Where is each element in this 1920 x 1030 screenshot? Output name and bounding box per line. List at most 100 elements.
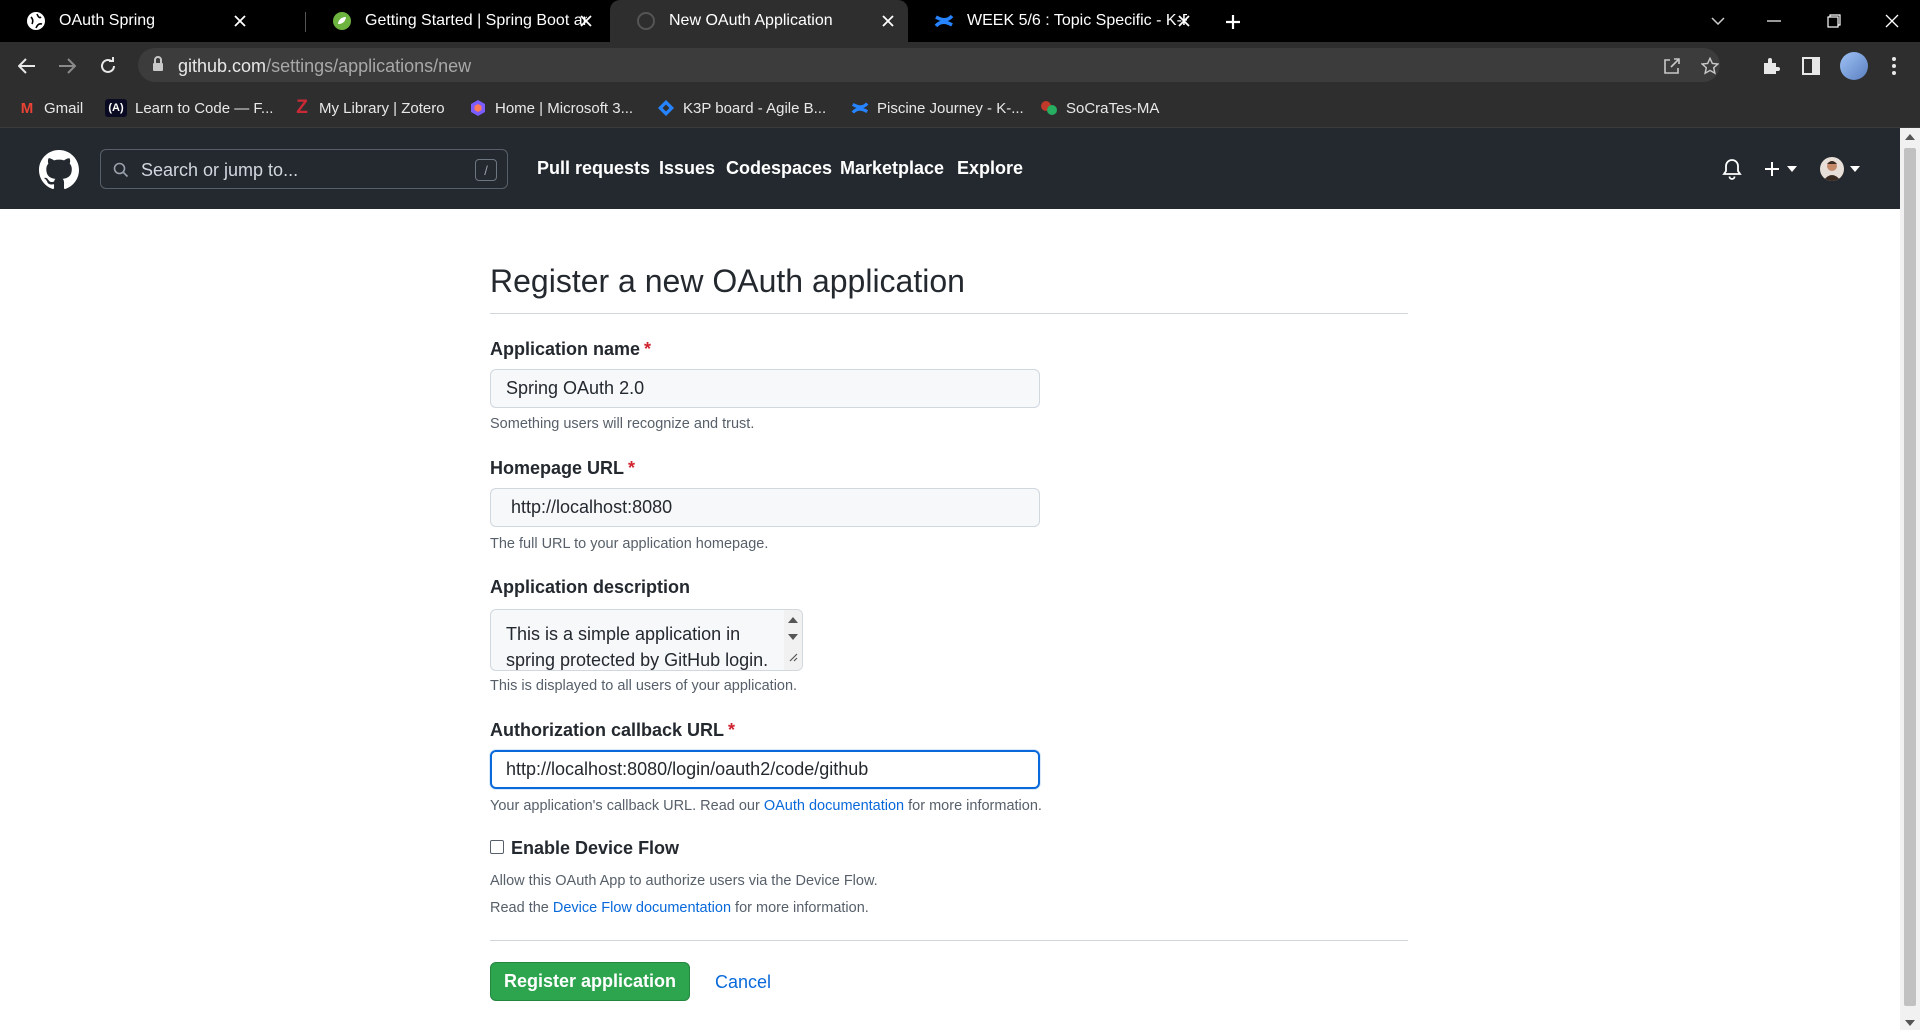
scroll-down-icon[interactable] [788,634,798,640]
close-icon[interactable] [1174,11,1194,31]
arrow-left-icon [18,58,35,74]
restore-icon [1827,14,1841,28]
divider [490,940,1408,941]
confluence-icon [851,99,869,117]
create-new-dropdown[interactable] [1763,155,1797,183]
browser-profile-avatar[interactable] [1840,52,1868,80]
scroll-down-icon[interactable] [1905,1020,1915,1026]
nav-pull-requests[interactable]: Pull requests [537,158,650,179]
plus-icon [1765,162,1779,176]
callback-url-input[interactable] [490,750,1040,789]
avatar [1820,157,1844,181]
kebab-menu-icon[interactable] [1880,52,1908,80]
notifications-button[interactable] [1722,155,1742,183]
page-title: Register a new OAuth application [490,263,965,299]
note-text: Read the [490,900,553,916]
browser-tab-week-topic[interactable]: WEEK 5/6 : Topic Specific - K-Pisc [908,0,1204,42]
microsoft365-icon [469,99,487,117]
bookmark-socrates[interactable]: SoCraTes-MA [1040,97,1159,119]
nav-codespaces[interactable]: Codespaces [726,158,832,179]
search-icon [113,162,129,183]
bookmark-freecodecamp[interactable]: (A) Learn to Code — F... [105,97,273,119]
page-scrollbar[interactable] [1900,128,1920,1030]
bookmark-label: Gmail [44,99,84,117]
browser-tab-strip: OAuth Spring Getting Started | Spring Bo… [0,0,1920,42]
user-menu-dropdown[interactable] [1820,155,1860,183]
back-button[interactable] [12,51,42,81]
oauth-documentation-link[interactable]: OAuth documentation [764,798,904,814]
bookmark-gmail[interactable]: M Gmail [18,97,83,119]
device-flow-docs-note: Read the Device Flow documentation for m… [490,900,869,916]
minimize-icon [1767,20,1781,22]
enable-device-flow-label[interactable]: Enable Device Flow [511,838,679,859]
nav-issues[interactable]: Issues [659,158,715,179]
nav-marketplace[interactable]: Marketplace [840,158,944,179]
address-url: github.com/settings/applications/new [178,56,471,77]
browser-tab-spring-guide[interactable]: Getting Started | Spring Boot and [306,0,606,42]
bookmark-jira-board[interactable]: K3P board - Agile B... [657,97,826,119]
url-path: /settings/applications/new [266,56,472,76]
nav-explore[interactable]: Explore [957,158,1023,179]
star-icon[interactable] [1699,55,1721,77]
textarea-scrollbar[interactable] [784,610,802,670]
close-icon[interactable] [576,11,596,31]
minimize-button[interactable] [1746,0,1802,42]
spring-leaf-icon [332,11,352,31]
globe-icon [26,11,46,31]
restore-button[interactable] [1806,0,1862,42]
bookmark-confluence[interactable]: Piscine Journey - K-... [851,97,1024,119]
close-icon[interactable] [230,11,250,31]
github-header: Search or jump to... / Pull requests Iss… [0,128,1900,209]
callback-url-label: Authorization callback URL * [490,720,735,741]
tab-search-button[interactable] [1690,0,1746,42]
scrollbar-thumb[interactable] [1904,148,1916,1006]
github-icon [636,11,656,31]
device-flow-note: Allow this OAuth App to authorize users … [490,873,878,889]
forward-button[interactable] [52,51,82,81]
gmail-icon: M [20,99,34,117]
application-name-label: Application name * [490,339,651,360]
bookmark-microsoft365[interactable]: Home | Microsoft 3... [469,97,633,119]
search-shortcut-key: / [475,159,497,181]
github-search-input[interactable]: Search or jump to... / [100,149,508,189]
extensions-icon[interactable] [1757,52,1785,80]
close-window-button[interactable] [1864,0,1920,42]
required-mark: * [644,339,652,359]
side-panel-icon[interactable] [1797,52,1825,80]
homepage-url-input[interactable] [490,488,1040,527]
enable-device-flow-checkbox[interactable] [490,840,504,854]
reload-button[interactable] [93,51,123,81]
close-icon[interactable] [878,11,898,31]
tab-title: WEEK 5/6 : Topic Specific - K-Pisc [967,12,1187,29]
new-tab-button[interactable] [1220,9,1246,35]
bookmark-label: Learn to Code — F... [135,99,274,117]
scroll-up-icon[interactable] [1905,134,1915,140]
callback-url-note: Your application's callback URL. Read ou… [490,798,1042,814]
register-application-button[interactable]: Register application [490,962,690,1001]
cancel-link[interactable]: Cancel [715,972,771,993]
bookmark-label: Home | Microsoft 3... [495,99,634,117]
zotero-icon: Z [296,97,308,118]
github-logo-icon[interactable] [39,150,79,190]
application-description-textarea[interactable]: This is a simple application in spring p… [491,610,781,670]
device-flow-documentation-link[interactable]: Device Flow documentation [553,900,731,916]
reload-icon [101,57,115,73]
arrow-right-icon [59,58,76,74]
plus-icon [1226,15,1240,29]
scroll-up-icon[interactable] [788,617,798,623]
url-host: github.com [178,56,267,76]
bookmarks-bar: M Gmail (A) Learn to Code — F... Z My Li… [0,88,1920,128]
application-description-field: This is a simple application in spring p… [490,609,803,671]
browser-tab-new-oauth-application[interactable]: New OAuth Application [610,0,908,42]
lock-icon [152,56,164,77]
share-icon[interactable] [1661,55,1683,77]
label-text: Application description [490,577,691,597]
resize-grip-icon[interactable] [788,649,798,667]
bookmark-zotero[interactable]: Z My Library | Zotero [293,97,444,119]
label-text: Homepage URL [490,458,625,478]
application-name-input[interactable] [490,369,1040,408]
browser-tab-oauth-spring[interactable]: OAuth Spring [0,0,260,42]
bookmark-label: Piscine Journey - K-... [877,99,1024,117]
address-bar[interactable]: github.com/settings/applications/new [138,48,1720,82]
tab-title: Getting Started | Spring Boot and [365,12,587,29]
